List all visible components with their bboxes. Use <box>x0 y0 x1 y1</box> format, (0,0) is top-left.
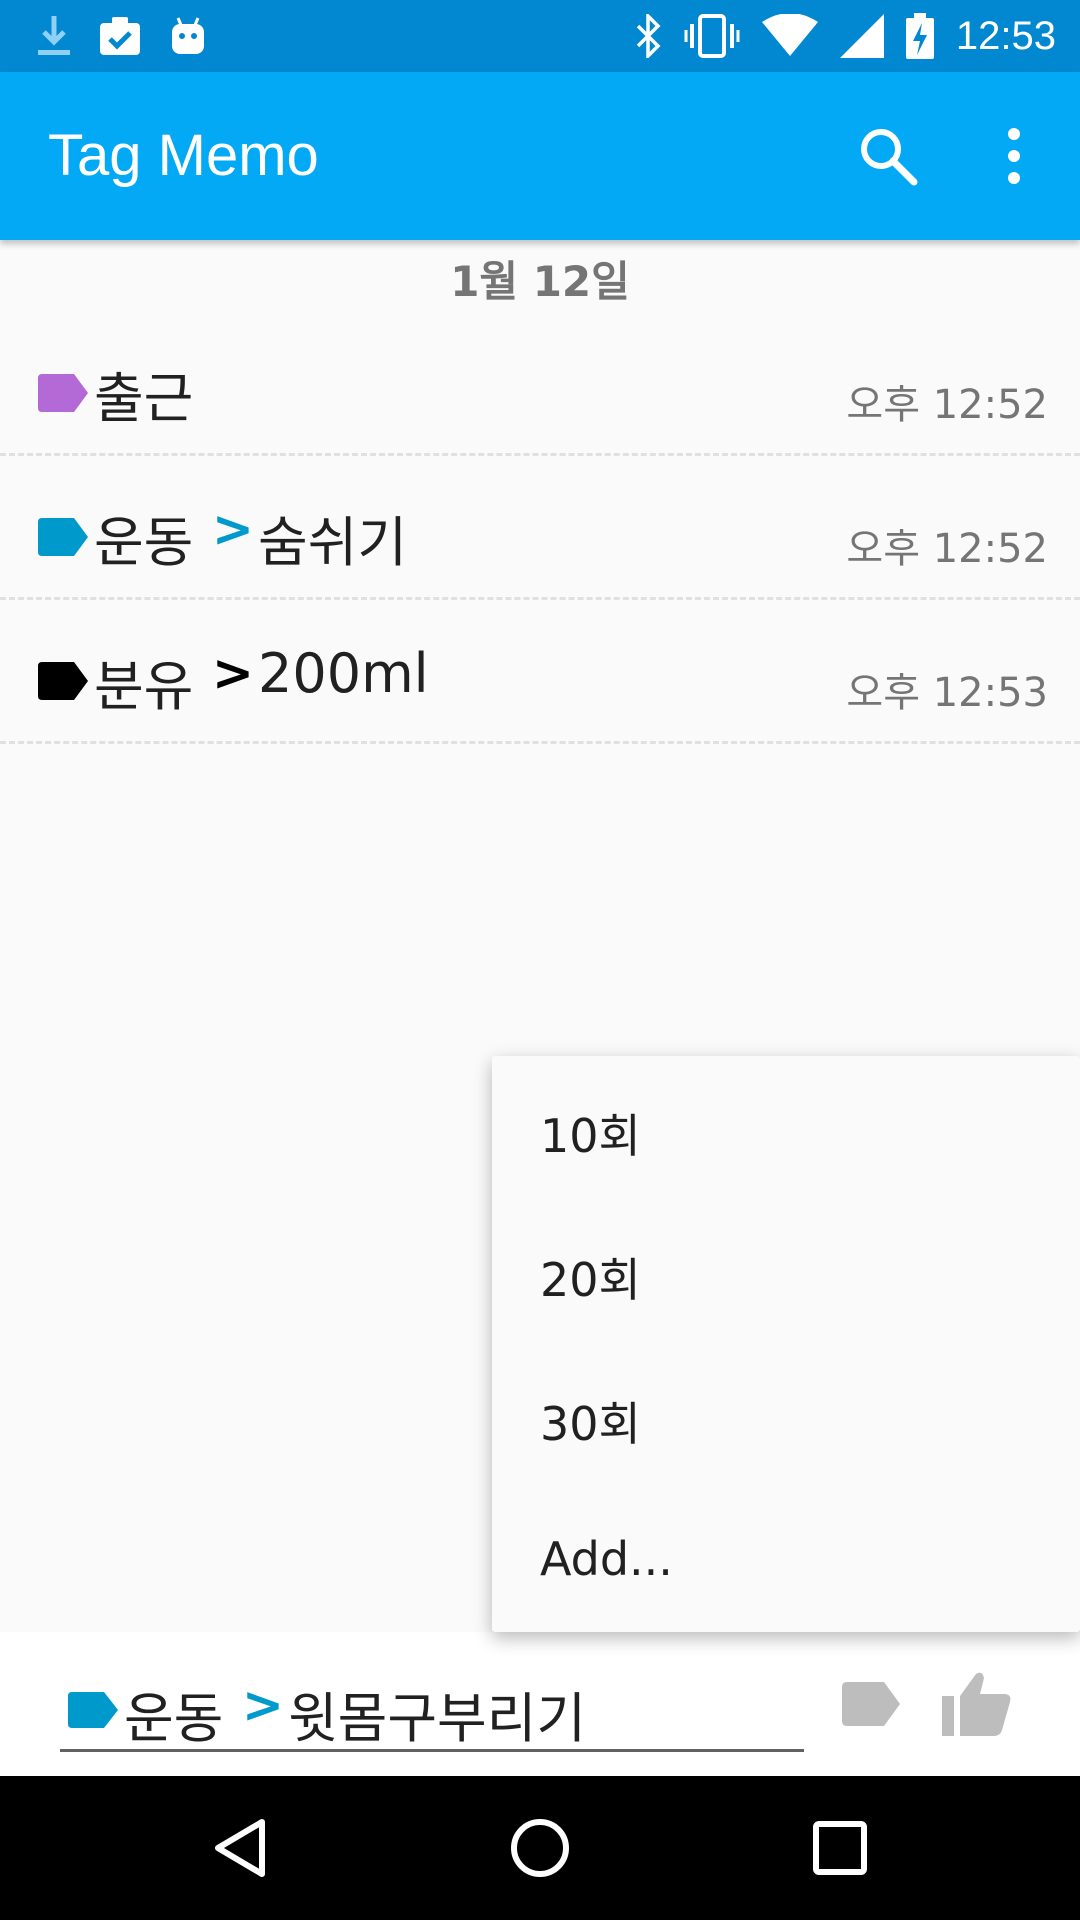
tag-icon <box>38 518 88 556</box>
memo-input-bar: 운동 > 윗몸구부리기 <box>0 1632 1080 1776</box>
select-tag-button[interactable] <box>842 1676 900 1732</box>
input-tag-value: 윗몸구부리기 <box>288 1687 587 1750</box>
item-time: 오후 12:52 <box>846 382 1048 428</box>
menu-item-10[interactable]: 10회 <box>492 1056 1080 1200</box>
tag-icon <box>38 662 88 700</box>
recents-icon <box>813 1821 867 1875</box>
label-icon <box>842 1682 900 1726</box>
list-item[interactable]: 운동 > 숨쉬기 오후 12:52 <box>0 456 1080 600</box>
download-icon <box>36 14 72 58</box>
menu-item-label: 20회 <box>540 1253 641 1307</box>
list-item[interactable]: 분유 > 200ml 오후 12:53 <box>0 600 1080 744</box>
recents-button[interactable] <box>804 1812 876 1884</box>
date-header: 1월 12일 <box>450 257 630 306</box>
navigation-bar <box>0 1776 1080 1920</box>
menu-item-30[interactable]: 30회 <box>492 1344 1080 1488</box>
menu-item-label: 30회 <box>540 1397 641 1451</box>
menu-item-add[interactable]: Add... <box>492 1488 1080 1632</box>
item-time: 오후 12:52 <box>846 526 1048 572</box>
bluetooth-icon <box>634 14 662 58</box>
tag-value: 숨쉬기 <box>258 511 408 574</box>
android-icon <box>168 16 208 56</box>
chevron-right-icon: > <box>212 500 254 558</box>
signal-icon <box>839 14 884 58</box>
battery-charging-icon <box>905 13 934 59</box>
chevron-right-icon: > <box>212 644 254 702</box>
input-tag-label: 운동 <box>124 1687 224 1750</box>
more-vert-icon <box>1008 128 1020 184</box>
back-button[interactable] <box>204 1812 276 1884</box>
home-button[interactable] <box>504 1812 576 1884</box>
menu-item-20[interactable]: 20회 <box>492 1200 1080 1344</box>
tag-value: 200ml <box>258 642 429 705</box>
vibrate-icon <box>684 14 740 58</box>
menu-item-label: 10회 <box>540 1109 641 1163</box>
status-bar: 12:53 <box>0 0 1080 72</box>
back-icon <box>215 1819 265 1877</box>
wifi-icon <box>761 14 818 58</box>
app-bar: Tag Memo <box>0 72 1080 240</box>
value-suggestion-menu: 10회 20회 30회 Add... <box>492 1056 1080 1632</box>
submit-button[interactable] <box>942 1670 1012 1738</box>
menu-item-label: Add... <box>540 1532 673 1586</box>
tag-label: 출근 <box>94 367 194 430</box>
clipboard-check-icon <box>98 15 142 57</box>
app-title: Tag Memo <box>48 123 319 188</box>
status-time: 12:53 <box>955 13 1056 58</box>
tag-label: 분유 <box>94 655 194 718</box>
more-options-button[interactable] <box>998 124 1030 188</box>
search-icon <box>861 129 918 186</box>
tag-icon <box>38 374 88 412</box>
thumb-up-icon <box>942 1672 1011 1736</box>
search-button[interactable] <box>856 124 920 188</box>
item-time: 오후 12:53 <box>846 670 1048 716</box>
chevron-right-icon: > <box>242 1676 284 1734</box>
home-icon <box>511 1819 569 1877</box>
tag-icon <box>68 1692 118 1728</box>
list-item[interactable]: 출근 오후 12:52 <box>0 312 1080 456</box>
tag-label: 운동 <box>94 511 194 574</box>
